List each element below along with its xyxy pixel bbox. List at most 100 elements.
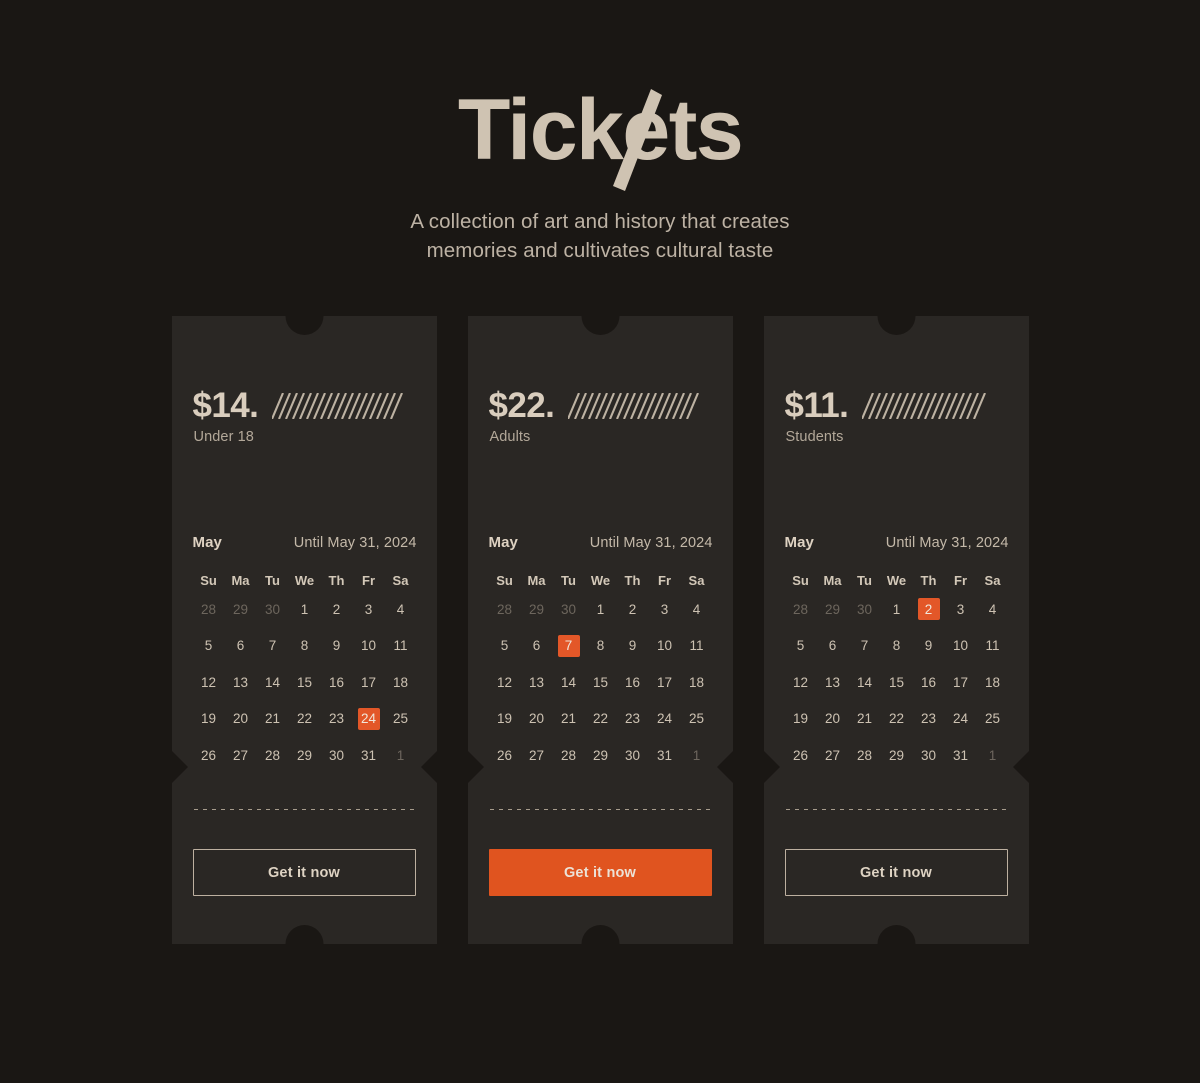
- calendar-day-cell[interactable]: 8: [289, 628, 321, 665]
- calendar-day-cell[interactable]: 29: [225, 591, 257, 628]
- calendar-day-cell[interactable]: 23: [617, 701, 649, 738]
- calendar-day-cell[interactable]: 18: [681, 664, 713, 701]
- calendar-day-cell[interactable]: 5: [193, 628, 225, 665]
- calendar-day-cell[interactable]: 29: [521, 591, 553, 628]
- calendar-day-cell[interactable]: 5: [785, 628, 817, 665]
- calendar-day-cell[interactable]: 29: [881, 737, 913, 774]
- get-it-now-button[interactable]: Get it now: [488, 849, 712, 896]
- calendar-day-cell[interactable]: 2: [913, 591, 945, 628]
- calendar-day-cell[interactable]: 27: [521, 737, 553, 774]
- calendar-day-cell[interactable]: 25: [977, 701, 1009, 738]
- calendar-day-cell[interactable]: 16: [617, 664, 649, 701]
- calendar-day-cell[interactable]: 17: [353, 664, 385, 701]
- calendar-day-cell[interactable]: 5: [489, 628, 521, 665]
- calendar-day-cell[interactable]: 13: [521, 664, 553, 701]
- calendar-day-cell[interactable]: 12: [785, 664, 817, 701]
- calendar-day-cell[interactable]: 1: [585, 591, 617, 628]
- calendar-day-cell[interactable]: 7: [553, 628, 585, 665]
- calendar-day-cell[interactable]: 3: [649, 591, 681, 628]
- calendar-day-cell[interactable]: 29: [817, 591, 849, 628]
- calendar-day-cell[interactable]: 30: [913, 737, 945, 774]
- calendar-day-cell[interactable]: 29: [585, 737, 617, 774]
- calendar-day-cell[interactable]: 28: [785, 591, 817, 628]
- calendar-day-cell[interactable]: 26: [785, 737, 817, 774]
- calendar-day-cell[interactable]: 10: [353, 628, 385, 665]
- calendar-day-cell[interactable]: 22: [289, 701, 321, 738]
- calendar-day-cell[interactable]: 15: [881, 664, 913, 701]
- calendar-day-cell[interactable]: 3: [353, 591, 385, 628]
- calendar-day-cell[interactable]: 20: [521, 701, 553, 738]
- calendar-day-cell[interactable]: 28: [257, 737, 289, 774]
- get-it-now-button[interactable]: Get it now: [192, 849, 416, 896]
- calendar-day-cell[interactable]: 10: [945, 628, 977, 665]
- calendar-day-cell[interactable]: 4: [385, 591, 417, 628]
- calendar-day-cell[interactable]: 26: [193, 737, 225, 774]
- calendar-day-cell[interactable]: 12: [489, 664, 521, 701]
- calendar-day-cell[interactable]: 31: [945, 737, 977, 774]
- calendar-day-cell[interactable]: 11: [977, 628, 1009, 665]
- calendar-day-cell[interactable]: 17: [649, 664, 681, 701]
- calendar-day-cell[interactable]: 16: [321, 664, 353, 701]
- calendar-day-cell[interactable]: 15: [289, 664, 321, 701]
- calendar-day-cell[interactable]: 19: [785, 701, 817, 738]
- calendar-day-cell[interactable]: 28: [489, 591, 521, 628]
- calendar-day-cell[interactable]: 30: [257, 591, 289, 628]
- calendar-day-cell[interactable]: 2: [321, 591, 353, 628]
- calendar-day-cell[interactable]: 9: [913, 628, 945, 665]
- calendar-day-cell[interactable]: 22: [585, 701, 617, 738]
- calendar-day-cell[interactable]: 24: [649, 701, 681, 738]
- calendar-day-cell[interactable]: 22: [881, 701, 913, 738]
- calendar-day-cell[interactable]: 28: [193, 591, 225, 628]
- calendar-day-cell[interactable]: 11: [681, 628, 713, 665]
- calendar-day-cell[interactable]: 30: [849, 591, 881, 628]
- calendar-day-cell[interactable]: 1: [289, 591, 321, 628]
- calendar-day-cell[interactable]: 9: [321, 628, 353, 665]
- calendar-day-cell[interactable]: 4: [681, 591, 713, 628]
- calendar-day-cell[interactable]: 24: [945, 701, 977, 738]
- calendar-day-cell[interactable]: 19: [193, 701, 225, 738]
- calendar-day-cell[interactable]: 11: [385, 628, 417, 665]
- calendar-day-cell[interactable]: 14: [257, 664, 289, 701]
- calendar-day-cell[interactable]: 23: [321, 701, 353, 738]
- calendar-day-cell[interactable]: 18: [977, 664, 1009, 701]
- calendar-day-cell[interactable]: 26: [489, 737, 521, 774]
- calendar-day-cell[interactable]: 4: [977, 591, 1009, 628]
- calendar-day-cell[interactable]: 31: [649, 737, 681, 774]
- calendar-day-cell[interactable]: 21: [257, 701, 289, 738]
- calendar-day-cell[interactable]: 3: [945, 591, 977, 628]
- calendar-day-cell[interactable]: 17: [945, 664, 977, 701]
- calendar-day-cell[interactable]: 20: [225, 701, 257, 738]
- calendar-day-cell[interactable]: 21: [849, 701, 881, 738]
- calendar-day-cell[interactable]: 16: [913, 664, 945, 701]
- calendar-day-cell[interactable]: 8: [881, 628, 913, 665]
- calendar-day-cell[interactable]: 30: [321, 737, 353, 774]
- calendar-day-cell[interactable]: 28: [553, 737, 585, 774]
- calendar-day-cell[interactable]: 25: [385, 701, 417, 738]
- calendar-day-cell[interactable]: 23: [913, 701, 945, 738]
- calendar-day-cell[interactable]: 31: [353, 737, 385, 774]
- calendar-day-cell[interactable]: 7: [849, 628, 881, 665]
- calendar-day-cell[interactable]: 30: [617, 737, 649, 774]
- calendar-day-cell[interactable]: 1: [681, 737, 713, 774]
- calendar-day-cell[interactable]: 15: [585, 664, 617, 701]
- calendar-day-cell[interactable]: 12: [193, 664, 225, 701]
- calendar-day-cell[interactable]: 2: [617, 591, 649, 628]
- calendar-day-cell[interactable]: 6: [521, 628, 553, 665]
- calendar-day-cell[interactable]: 14: [849, 664, 881, 701]
- calendar-day-cell[interactable]: 13: [817, 664, 849, 701]
- calendar-day-cell[interactable]: 6: [225, 628, 257, 665]
- calendar-day-cell[interactable]: 21: [553, 701, 585, 738]
- calendar-day-cell[interactable]: 7: [257, 628, 289, 665]
- get-it-now-button[interactable]: Get it now: [784, 849, 1008, 896]
- calendar-day-cell[interactable]: 1: [977, 737, 1009, 774]
- calendar-day-cell[interactable]: 6: [817, 628, 849, 665]
- calendar-day-cell[interactable]: 27: [225, 737, 257, 774]
- calendar-day-cell[interactable]: 1: [881, 591, 913, 628]
- calendar-day-cell[interactable]: 13: [225, 664, 257, 701]
- calendar-day-cell[interactable]: 20: [817, 701, 849, 738]
- calendar-day-cell[interactable]: 14: [553, 664, 585, 701]
- calendar-day-cell[interactable]: 9: [617, 628, 649, 665]
- calendar-day-cell[interactable]: 25: [681, 701, 713, 738]
- calendar-day-cell[interactable]: 27: [817, 737, 849, 774]
- calendar-day-cell[interactable]: 19: [489, 701, 521, 738]
